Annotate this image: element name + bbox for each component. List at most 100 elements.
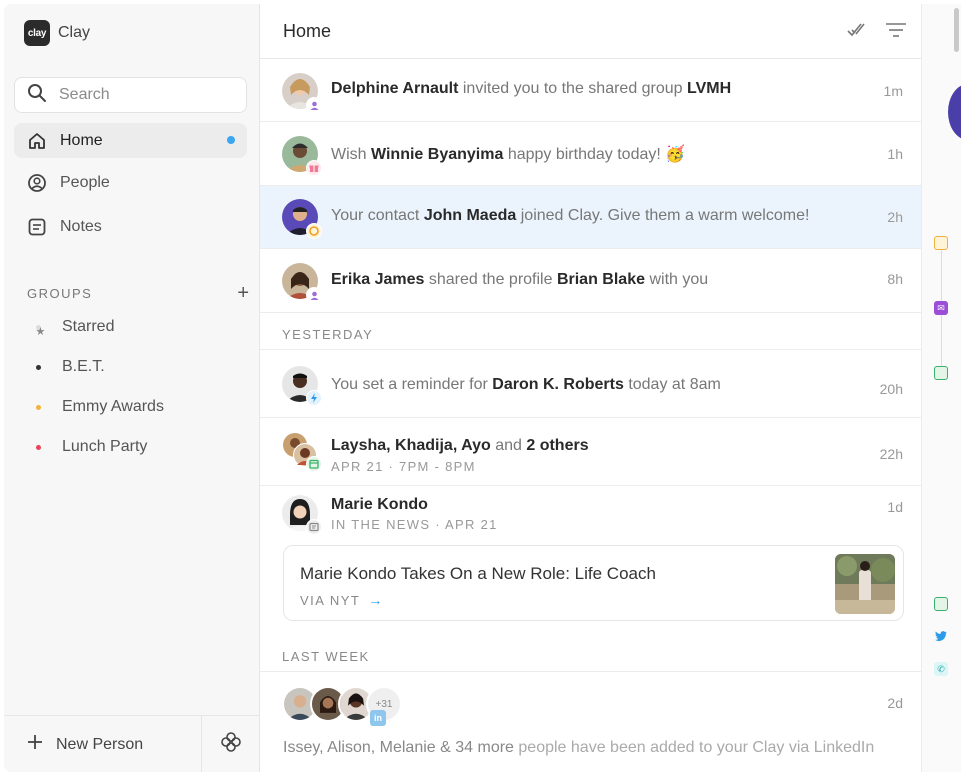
avatar[interactable] bbox=[282, 136, 322, 176]
twitter-icon[interactable] bbox=[934, 629, 948, 643]
person-icon bbox=[26, 172, 48, 194]
brand[interactable]: clay Clay bbox=[24, 20, 90, 46]
feed-text-end: with you bbox=[649, 271, 709, 288]
groups-title: GROUPS bbox=[27, 285, 93, 301]
avatar[interactable] bbox=[282, 73, 322, 113]
linkedin-icon: in bbox=[370, 710, 386, 726]
feed-item[interactable]: Your contact John Maeda joined Clay. Giv… bbox=[260, 186, 921, 249]
group-color-dot bbox=[35, 364, 41, 370]
feed-item[interactable]: Erika James shared the profile Brian Bla… bbox=[260, 249, 921, 313]
star-icon: ★ bbox=[35, 324, 46, 338]
avatar[interactable] bbox=[282, 432, 322, 472]
source-name: LinkedIn bbox=[813, 739, 875, 756]
nav-label: Notes bbox=[60, 217, 102, 235]
nav-item-people[interactable]: People bbox=[14, 165, 247, 200]
feed-prefix: Your contact bbox=[331, 207, 420, 224]
mail-icon[interactable]: ✉ bbox=[934, 301, 948, 315]
filter-icon[interactable] bbox=[885, 20, 907, 45]
calendar-icon[interactable] bbox=[934, 597, 948, 611]
nav-label: Home bbox=[60, 131, 103, 149]
feed-header: Home bbox=[260, 4, 921, 59]
avatar[interactable] bbox=[282, 495, 322, 535]
actor-names[interactable]: Issey, Alison, Melanie bbox=[283, 739, 436, 756]
feed-text: Issey, Alison, Melanie & 34 more people … bbox=[283, 737, 883, 759]
group-item-bet[interactable]: B.E.T. bbox=[28, 355, 105, 379]
news-source: VIA NYT bbox=[300, 592, 361, 608]
new-person-label: New Person bbox=[56, 735, 144, 753]
target-name[interactable]: Brian Blake bbox=[557, 271, 645, 288]
feed-item[interactable]: Wish Winnie Byanyima happy birthday toda… bbox=[260, 122, 921, 186]
nav-item-notes[interactable]: Notes bbox=[14, 209, 247, 244]
feed-item[interactable]: You set a reminder for Daron K. Roberts … bbox=[260, 350, 921, 418]
feed-text: joined Clay. Give them a warm welcome! bbox=[520, 207, 810, 224]
unread-dot bbox=[227, 136, 235, 144]
groups-header: GROUPS + bbox=[27, 283, 249, 303]
home-feed: Home Delphine Arnault invited you to the… bbox=[260, 4, 921, 772]
avatar[interactable] bbox=[282, 263, 322, 303]
feed-text-end: people have been added to your Clay via bbox=[518, 739, 810, 756]
bolt-icon bbox=[306, 390, 322, 406]
search-box[interactable] bbox=[14, 77, 247, 113]
actor-name[interactable]: Erika James bbox=[331, 271, 424, 288]
feed-text-end: today at 8am bbox=[628, 376, 721, 393]
group-item-starred[interactable]: ★ Starred bbox=[28, 315, 114, 339]
scrollbar[interactable] bbox=[954, 8, 959, 52]
target-name[interactable]: LVMH bbox=[687, 80, 731, 97]
calendar-icon[interactable] bbox=[934, 366, 948, 380]
group-item-emmy-awards[interactable]: Emmy Awards bbox=[28, 395, 164, 419]
section-label-yesterday: YESTERDAY bbox=[282, 327, 374, 342]
target-name[interactable]: 2 others bbox=[526, 437, 588, 454]
timestamp: 1m bbox=[883, 83, 903, 99]
phone-icon[interactable]: ✆ bbox=[934, 662, 948, 676]
actor-name[interactable]: Delphine Arnault bbox=[331, 80, 458, 97]
search-input[interactable] bbox=[59, 86, 229, 104]
sidebar: clay Clay Home People Notes bbox=[4, 4, 260, 772]
note-icon[interactable] bbox=[934, 236, 948, 250]
news-thumbnail bbox=[835, 554, 895, 614]
timestamp: 8h bbox=[887, 271, 903, 287]
gift-icon bbox=[306, 160, 322, 176]
actor-name[interactable]: Daron K. Roberts bbox=[492, 376, 624, 393]
actor-name[interactable]: Winnie Byanyima bbox=[371, 146, 503, 163]
actor-names[interactable]: Laysha, Khadija, Ayo bbox=[331, 437, 491, 454]
settings-button[interactable] bbox=[202, 716, 259, 772]
timestamp: 1d bbox=[887, 499, 903, 515]
more-people[interactable]: 34 more bbox=[455, 739, 514, 756]
timestamp: 1h bbox=[887, 146, 903, 162]
mark-all-read-icon[interactable] bbox=[847, 20, 865, 45]
timestamp: 22h bbox=[879, 446, 903, 462]
news-card[interactable]: Marie Kondo Takes On a New Role: Life Co… bbox=[283, 545, 904, 621]
event-time: APR 21 · 7PM - 8PM bbox=[331, 459, 476, 474]
actor-name[interactable]: Marie Kondo bbox=[331, 496, 428, 513]
news-meta: IN THE NEWS · APR 21 bbox=[331, 517, 498, 532]
news-source-link[interactable]: VIA NYT → bbox=[300, 592, 382, 608]
timestamp: 2h bbox=[887, 209, 903, 225]
feed-text: invited you to the shared group bbox=[462, 80, 683, 97]
notes-icon bbox=[26, 216, 48, 238]
right-rail: ✉ ✆ bbox=[921, 4, 961, 772]
feed-prefix: You set a reminder for bbox=[331, 376, 488, 393]
nav-label: People bbox=[60, 173, 110, 191]
arrow-right-icon: → bbox=[368, 592, 383, 608]
profile-avatar-peek bbox=[948, 84, 961, 140]
add-group-button[interactable]: + bbox=[237, 283, 249, 303]
section-label-last-week: LAST WEEK bbox=[282, 649, 370, 664]
avatar[interactable] bbox=[282, 366, 322, 406]
actor-name[interactable]: John Maeda bbox=[424, 207, 516, 224]
calendar-icon bbox=[306, 456, 322, 472]
party-emoji: 🥳 bbox=[665, 146, 686, 163]
clay-logo: clay bbox=[24, 20, 50, 46]
nav-item-home[interactable]: Home bbox=[14, 123, 247, 158]
avatar[interactable] bbox=[282, 199, 322, 239]
ampersand: & bbox=[440, 739, 451, 756]
group-label: Emmy Awards bbox=[62, 398, 164, 415]
group-color-dot bbox=[35, 444, 41, 450]
group-item-lunch-party[interactable]: Lunch Party bbox=[28, 435, 147, 459]
group-label: B.E.T. bbox=[62, 358, 105, 375]
group-label: Lunch Party bbox=[62, 438, 148, 455]
feed-item[interactable]: Laysha, Khadija, Ayo and 2 others APR 21… bbox=[260, 418, 921, 486]
feed-item[interactable]: Delphine Arnault invited you to the shar… bbox=[260, 59, 921, 122]
feed-text: shared the profile bbox=[428, 271, 553, 288]
new-person-button[interactable]: New Person bbox=[4, 716, 202, 772]
news-icon bbox=[306, 519, 322, 535]
